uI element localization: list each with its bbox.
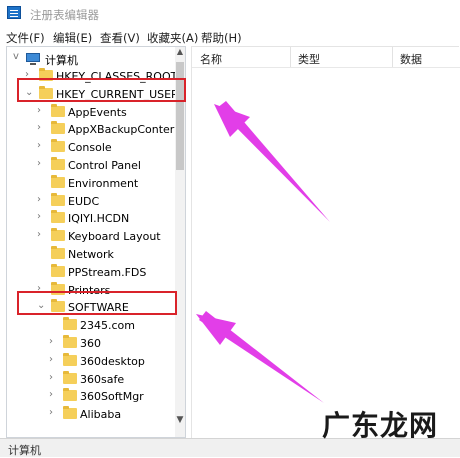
site-watermark: 广东龙网 — [322, 409, 439, 442]
arrow-to-current-user — [214, 101, 330, 222]
annotation-arrows — [196, 101, 330, 403]
arrow-to-software — [196, 311, 324, 403]
